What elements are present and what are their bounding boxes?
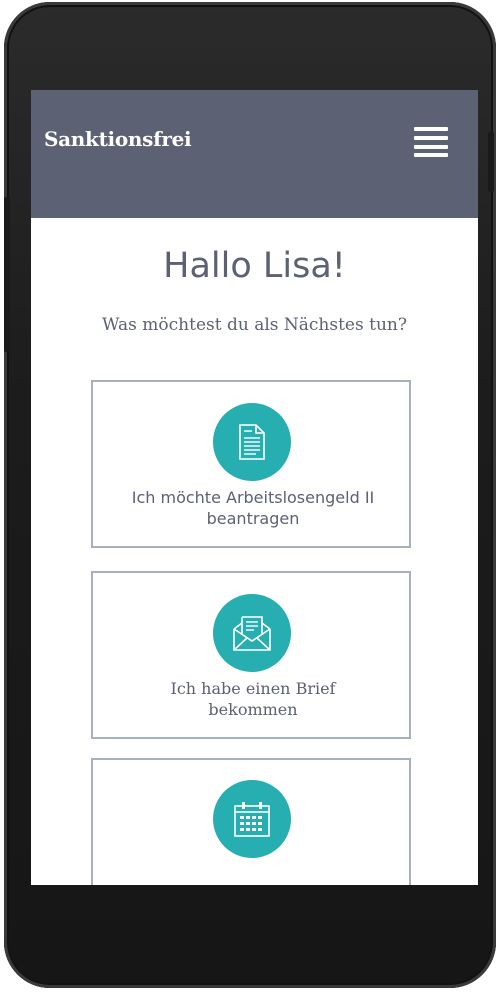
apply-alg2-card[interactable]: Ich möchte Arbeitslosengeld II beantrage…	[91, 380, 411, 548]
card-label-line: Ich möchte Arbeitslosengeld II	[131, 488, 375, 507]
menu-bar	[414, 145, 448, 149]
card-icon-circle	[213, 594, 291, 672]
card-label-line: beantragen	[206, 509, 300, 528]
app-screen: Sanktionsfrei Hallo Lisa! Was möchtest d…	[31, 90, 478, 885]
card-label: Ich möchte Arbeitslosengeld II beantrage…	[103, 487, 403, 529]
power-button	[488, 132, 494, 192]
calendar-icon	[234, 802, 270, 837]
card-label: Ich habe einen Brief bekommen	[103, 678, 403, 720]
received-letter-card[interactable]: Ich habe einen Brief bekommen	[91, 571, 411, 739]
main-content: Hallo Lisa! Was möchtest du als Nächstes…	[31, 218, 478, 885]
card-label-line: Ich habe einen Brief	[170, 679, 336, 698]
menu-bar	[414, 153, 448, 157]
card-icon-circle	[213, 780, 291, 858]
hamburger-menu-button[interactable]	[414, 127, 448, 157]
appointment-card[interactable]	[91, 758, 411, 885]
menu-bar	[414, 127, 448, 131]
brand-logo[interactable]: Sanktionsfrei	[44, 127, 192, 151]
card-icon-circle	[213, 403, 291, 481]
card-label-line: bekommen	[208, 700, 298, 719]
phone-frame: Sanktionsfrei Hallo Lisa! Was möchtest d…	[4, 2, 496, 988]
document-icon	[239, 424, 265, 460]
envelope-icon	[233, 616, 271, 651]
menu-bar	[414, 136, 448, 140]
page-title: Hallo Lisa!	[163, 246, 346, 286]
app-header: Sanktionsfrei	[31, 90, 478, 218]
volume-button	[4, 197, 10, 352]
page-subtitle: Was möchtest du als Nächstes tun?	[102, 315, 407, 335]
